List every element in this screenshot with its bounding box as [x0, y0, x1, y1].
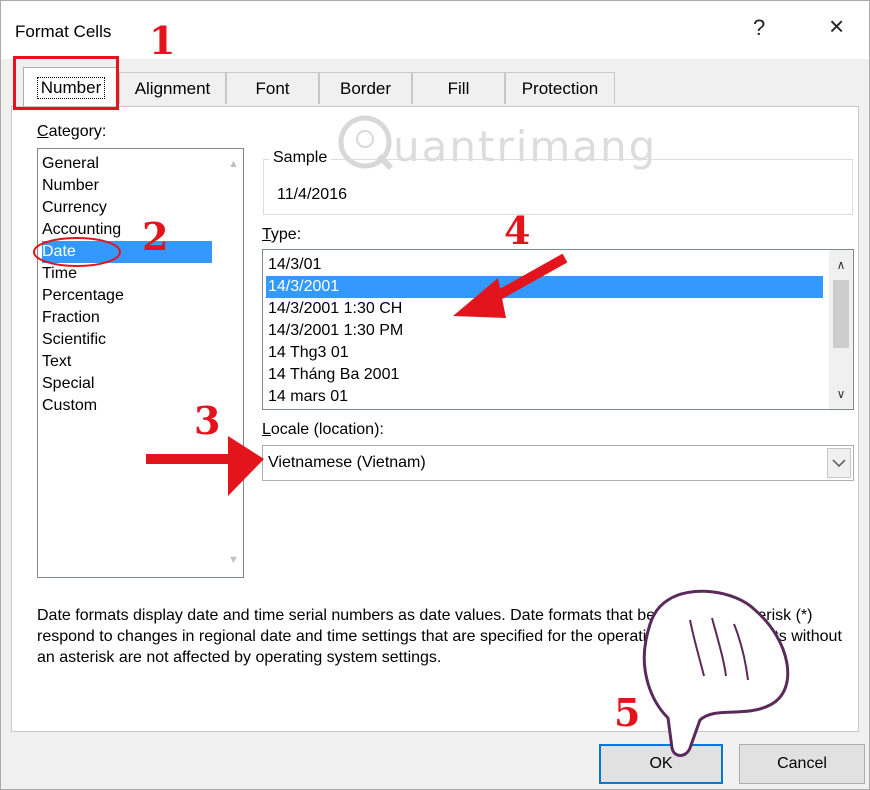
arrow-right-icon [146, 436, 264, 496]
annotation-overlay [33, 237, 790, 757]
highlight-ellipse-date [33, 237, 121, 267]
arrow-down-left-icon [453, 253, 568, 318]
pointing-hand-icon [642, 589, 790, 757]
